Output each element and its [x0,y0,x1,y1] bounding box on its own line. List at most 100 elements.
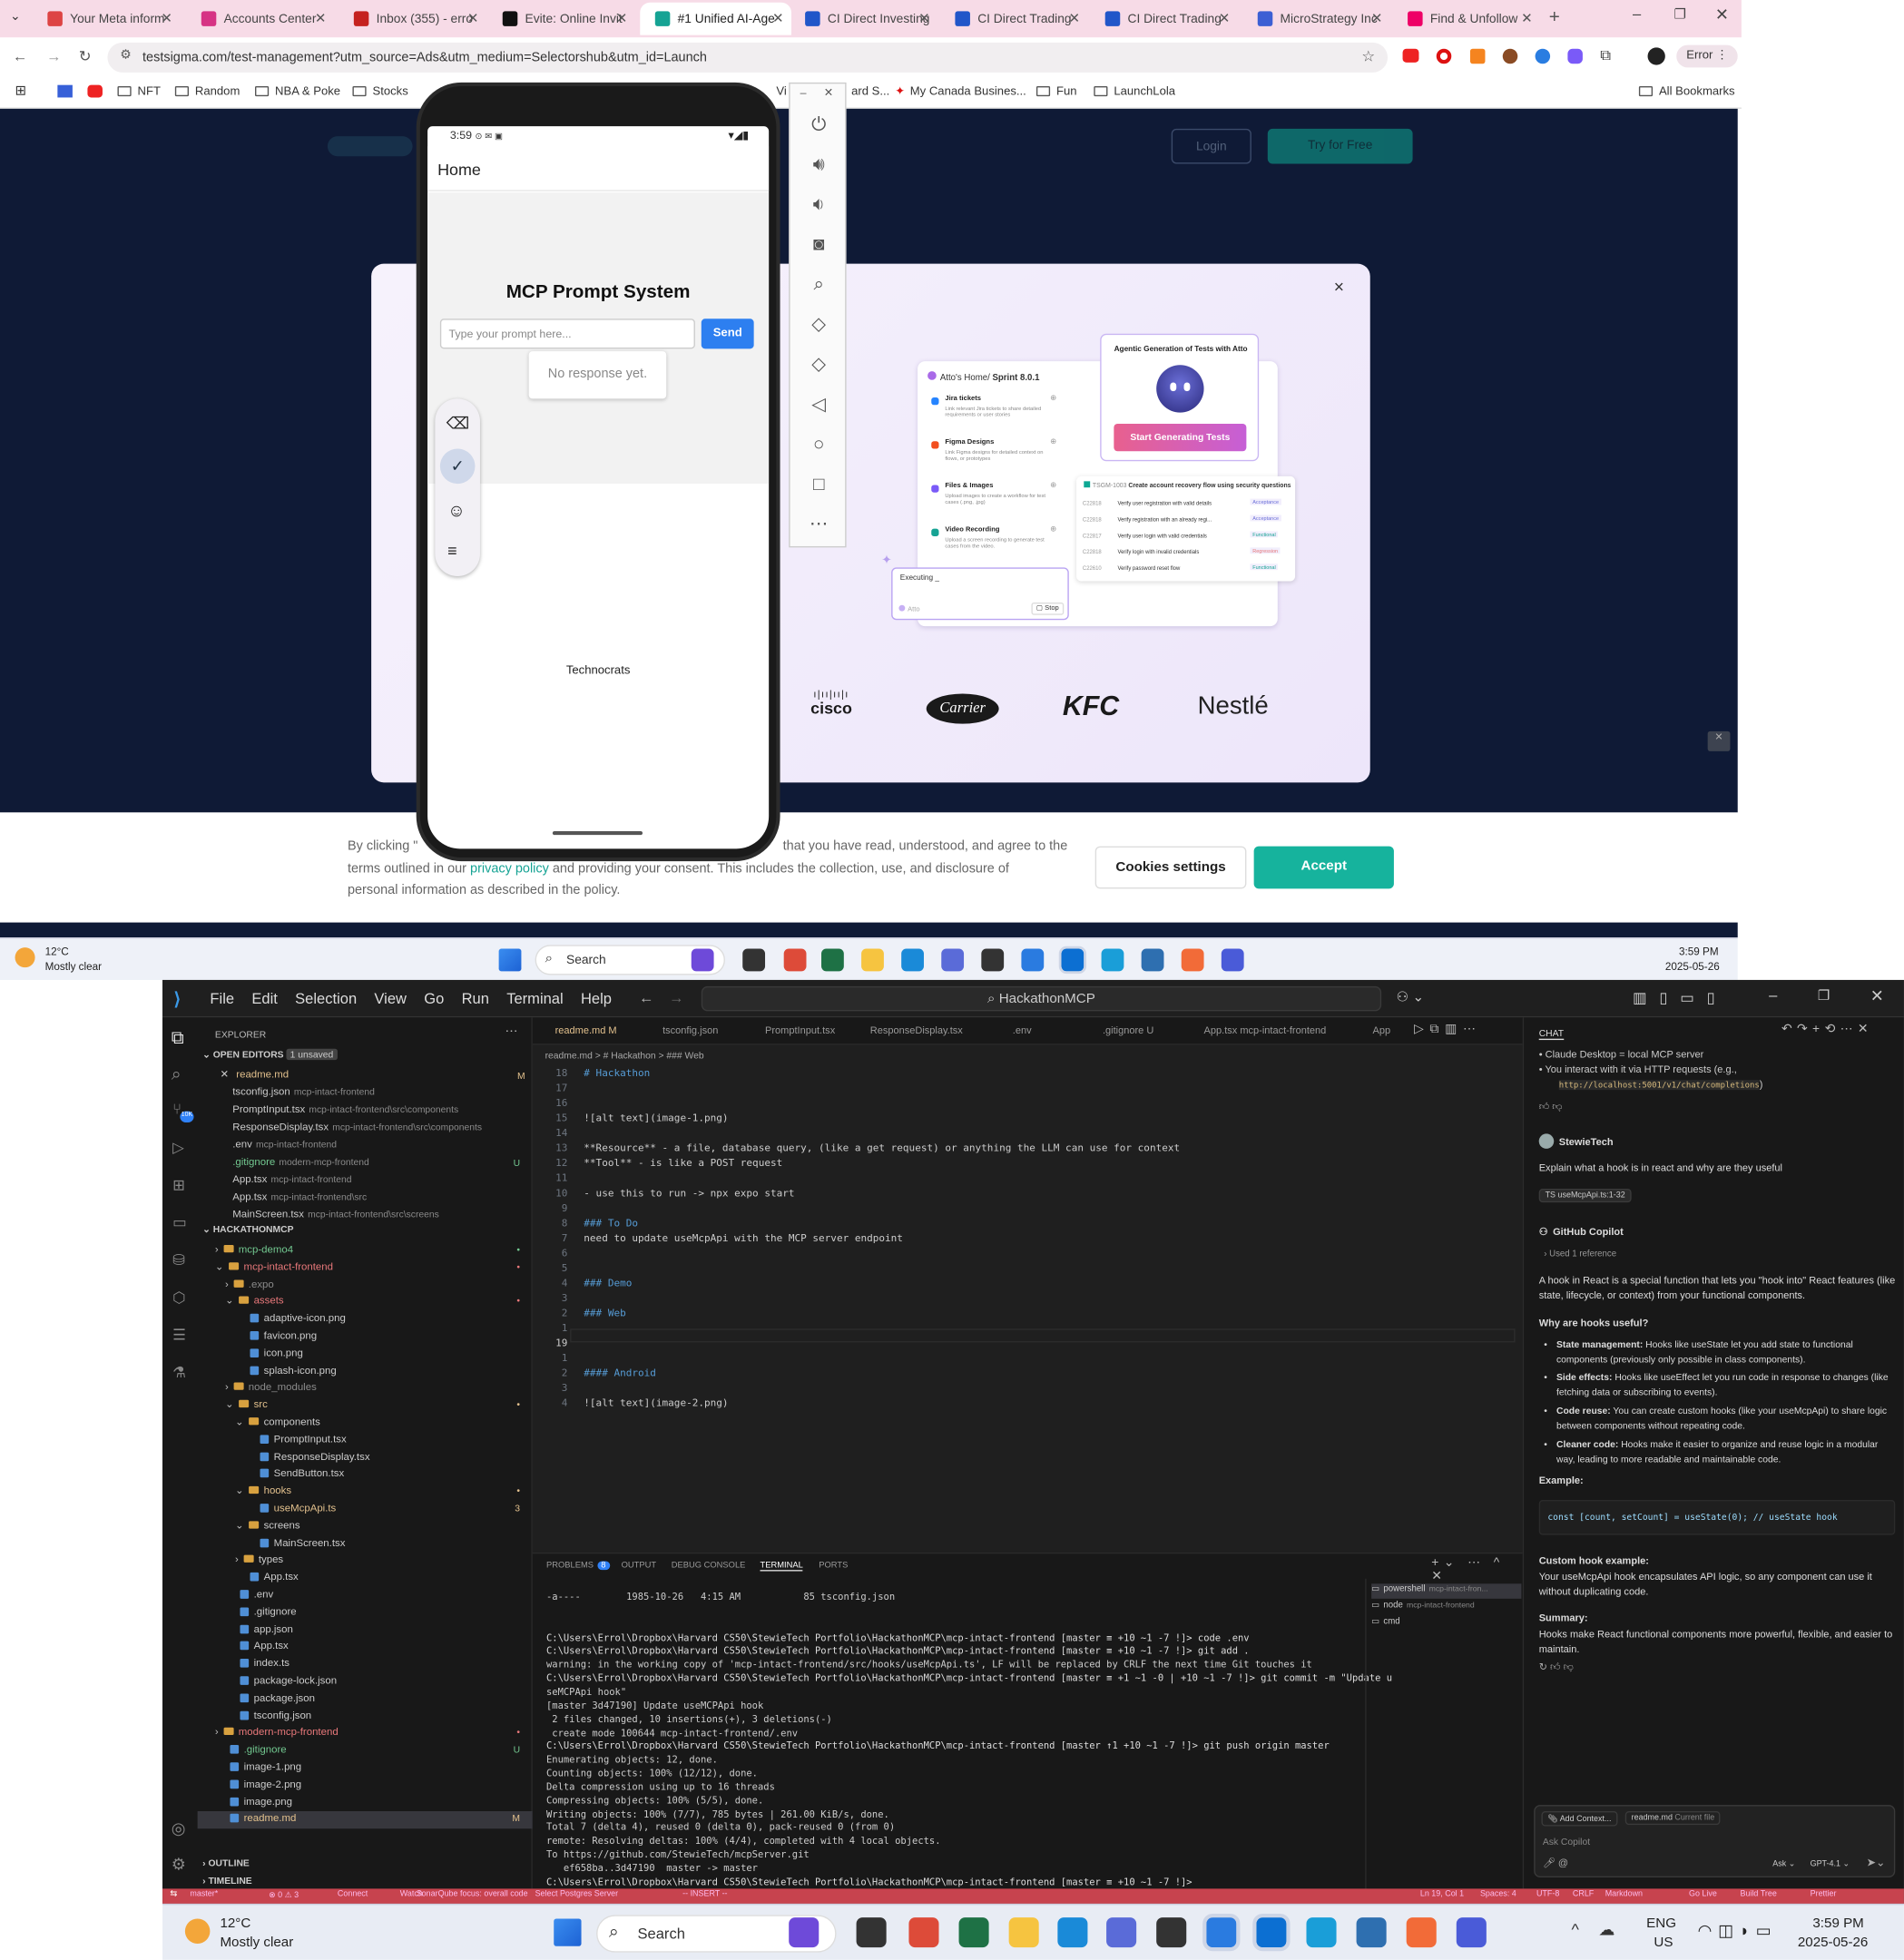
explorer-icon[interactable]: ⧉ [172,1027,184,1048]
overview-nav-icon[interactable]: □ [805,471,832,498]
open-editor-item[interactable]: tsconfig.json mcp-intact-frontend [198,1085,533,1102]
rotate-right-icon[interactable]: ◇ [805,351,832,378]
open-editor-item[interactable]: PromptInput.tsx mcp-intact-frontend\src\c… [198,1102,533,1120]
menu-go[interactable]: Go [424,990,444,1007]
new-tab-button[interactable]: + [1549,6,1560,27]
chrome-icon[interactable] [908,1917,939,1948]
vscode-icon[interactable] [1252,1913,1291,1952]
terminal-instance[interactable]: ▭ powershell mcp-intact-fron... [1371,1583,1522,1599]
tree-folder[interactable]: ⌄ assets • [198,1294,533,1311]
menu-terminal[interactable]: Terminal [506,990,563,1007]
open-editor-item[interactable]: App.tsx mcp-intact-frontend [198,1172,533,1190]
privacy-policy-link[interactable]: privacy policy [470,860,549,876]
opera-ext-icon[interactable] [1436,48,1452,64]
terminal-instance[interactable]: ▭ cmd [1371,1616,1521,1632]
excel-icon[interactable] [821,948,844,972]
source-add-icon[interactable]: ⊕ [1050,525,1056,534]
panel-tab-ports[interactable]: PORTS [819,1561,848,1570]
status-connect[interactable]: Connect [338,1890,368,1899]
bookmark-star-icon[interactable]: ☆ [1361,47,1375,64]
login-button[interactable]: Login [1171,128,1251,164]
terminal-icon[interactable] [1156,1917,1187,1948]
browser-tab[interactable]: Inbox (355) - erro ✕ [339,3,486,35]
widgets-icon[interactable] [691,948,714,972]
status-eol[interactable]: CRLF [1573,1890,1594,1899]
remote-icon[interactable] [1141,948,1164,972]
open-editor-item[interactable]: ✕ readme.md M [202,1067,537,1084]
restore-window-button[interactable]: ❐ [1673,6,1686,23]
error-chip[interactable]: Error ⋮ [1676,44,1739,68]
emulator-close-icon[interactable]: ✕ [824,86,833,100]
vscode-restore-button[interactable]: ❐ [1818,987,1830,1004]
editor-tab[interactable]: App [1372,1025,1390,1036]
tree-file[interactable]: image-2.png [198,1778,533,1795]
stop-button[interactable]: ▢ Stop [1031,602,1065,615]
panel-tab-output[interactable]: OUTPUT [622,1561,657,1570]
editor-tab[interactable]: readme.md M [555,1025,617,1036]
explorer-more-icon[interactable]: ⋯ [505,1025,518,1039]
tree-folder[interactable]: ⌄ components [198,1415,533,1432]
vscode-close-button[interactable]: ✕ [1870,986,1884,1006]
workspace-header[interactable]: ⌄ HACKATHONMCP [202,1224,293,1235]
browser-tab[interactable]: CI Direct Trading ✕ [1090,3,1238,35]
reload-icon[interactable]: ↻ [79,47,92,64]
status-spaces[interactable]: Spaces: 4 [1480,1890,1516,1899]
tree-folder[interactable]: › types [198,1553,533,1570]
menu-selection[interactable]: Selection [295,990,357,1007]
status-insert[interactable]: -- INSERT -- [682,1890,727,1899]
tree-file[interactable]: ResponseDisplay.tsx [198,1449,533,1466]
youtube-ext-icon[interactable] [1402,48,1419,63]
bookmark-nba[interactable]: NBA & Poke [255,85,340,99]
network-volume-battery-icons[interactable]: ◠◫◗▭ [1698,1921,1778,1941]
bookmark-partial-2[interactable]: ard S... [851,85,889,99]
search-view-icon[interactable]: ⌕ [172,1063,182,1084]
apps-grid-icon[interactable]: ⊞ [15,83,27,99]
chat-input-box[interactable]: 📎︎ Add Context... readme.md Current file… [1534,1805,1896,1878]
tab-close-icon[interactable]: ✕ [918,10,930,26]
volume-down-icon[interactable]: 🔉︎ [805,191,832,219]
extensions-icon[interactable]: ⊞ [172,1176,185,1193]
tree-folder[interactable]: ⌄ hooks • [198,1484,533,1501]
tree-file[interactable]: MainScreen.tsx [198,1535,533,1553]
tree-folder[interactable]: ⌄ screens [198,1518,533,1535]
browser-tab[interactable]: #1 Unified AI-Age ✕ [640,2,791,35]
atto-source-item[interactable]: Figma Designs Link Figma designs for deta… [927,437,1065,475]
remote-icon[interactable] [1356,1917,1387,1948]
extensions-puzzle-icon[interactable]: ⧉ [1600,46,1611,65]
editor-tab[interactable]: .gitignore U [1103,1025,1153,1036]
tab-close-icon[interactable]: ✕ [315,10,327,26]
more-icon[interactable]: ⋯ [805,511,832,538]
tree-folder[interactable]: › .expo [198,1277,533,1294]
source-add-icon[interactable]: ⊕ [1050,394,1056,402]
tree-file[interactable]: package-lock.json [198,1673,533,1690]
file-explorer-icon[interactable] [1008,1917,1039,1948]
app-icon[interactable] [941,948,965,972]
status-sonar[interactable]: SonarQube focus: overall code [417,1890,528,1899]
tab-close-icon[interactable]: ✕ [616,10,628,26]
chat-actions[interactable]: ↶↷+⟲⋯✕ [1781,1023,1873,1036]
edge-icon[interactable] [901,948,924,972]
model-dropdown[interactable]: GPT-4.1 ⌄ [1811,1858,1850,1869]
feedback-icons[interactable]: 👍︎ 👎︎ [1539,1100,1896,1115]
open-editor-item[interactable]: MainScreen.tsx mcp-intact-frontend\src\sc… [198,1208,533,1225]
atto-source-item[interactable]: Files & Images Upload images to create a … [927,481,1065,518]
start-generating-button[interactable]: Start Generating Tests [1114,423,1247,452]
database-icon[interactable]: ⛁ [172,1251,185,1269]
tab-close-icon[interactable]: ✕ [772,10,784,26]
tree-file[interactable]: readme.md M [197,1811,533,1829]
status-golive[interactable]: Go Live [1689,1890,1717,1899]
start-button[interactable] [498,948,522,972]
send-icon[interactable]: ➤⌄ [1867,1857,1886,1870]
rotate-left-icon[interactable]: ◇ [805,311,832,338]
nav-forward-icon[interactable]: → [669,989,684,1006]
open-editor-item[interactable]: .env mcp-intact-frontend [198,1138,533,1155]
tree-file[interactable]: App.tsx [198,1570,533,1587]
tree-folder[interactable]: › modern-mcp-frontend • [198,1725,533,1742]
tab-search-icon[interactable]: ⌄ [10,10,21,24]
tree-file[interactable]: icon.png [198,1346,533,1363]
tab-close-icon[interactable]: ✕ [467,10,479,26]
testing-icon[interactable]: ⚗ [172,1364,186,1381]
start-button[interactable] [554,1918,582,1946]
open-editor-item[interactable]: .gitignore modern-mcp-frontend U [198,1155,533,1172]
tab-close-icon[interactable]: ✕ [1219,10,1231,26]
